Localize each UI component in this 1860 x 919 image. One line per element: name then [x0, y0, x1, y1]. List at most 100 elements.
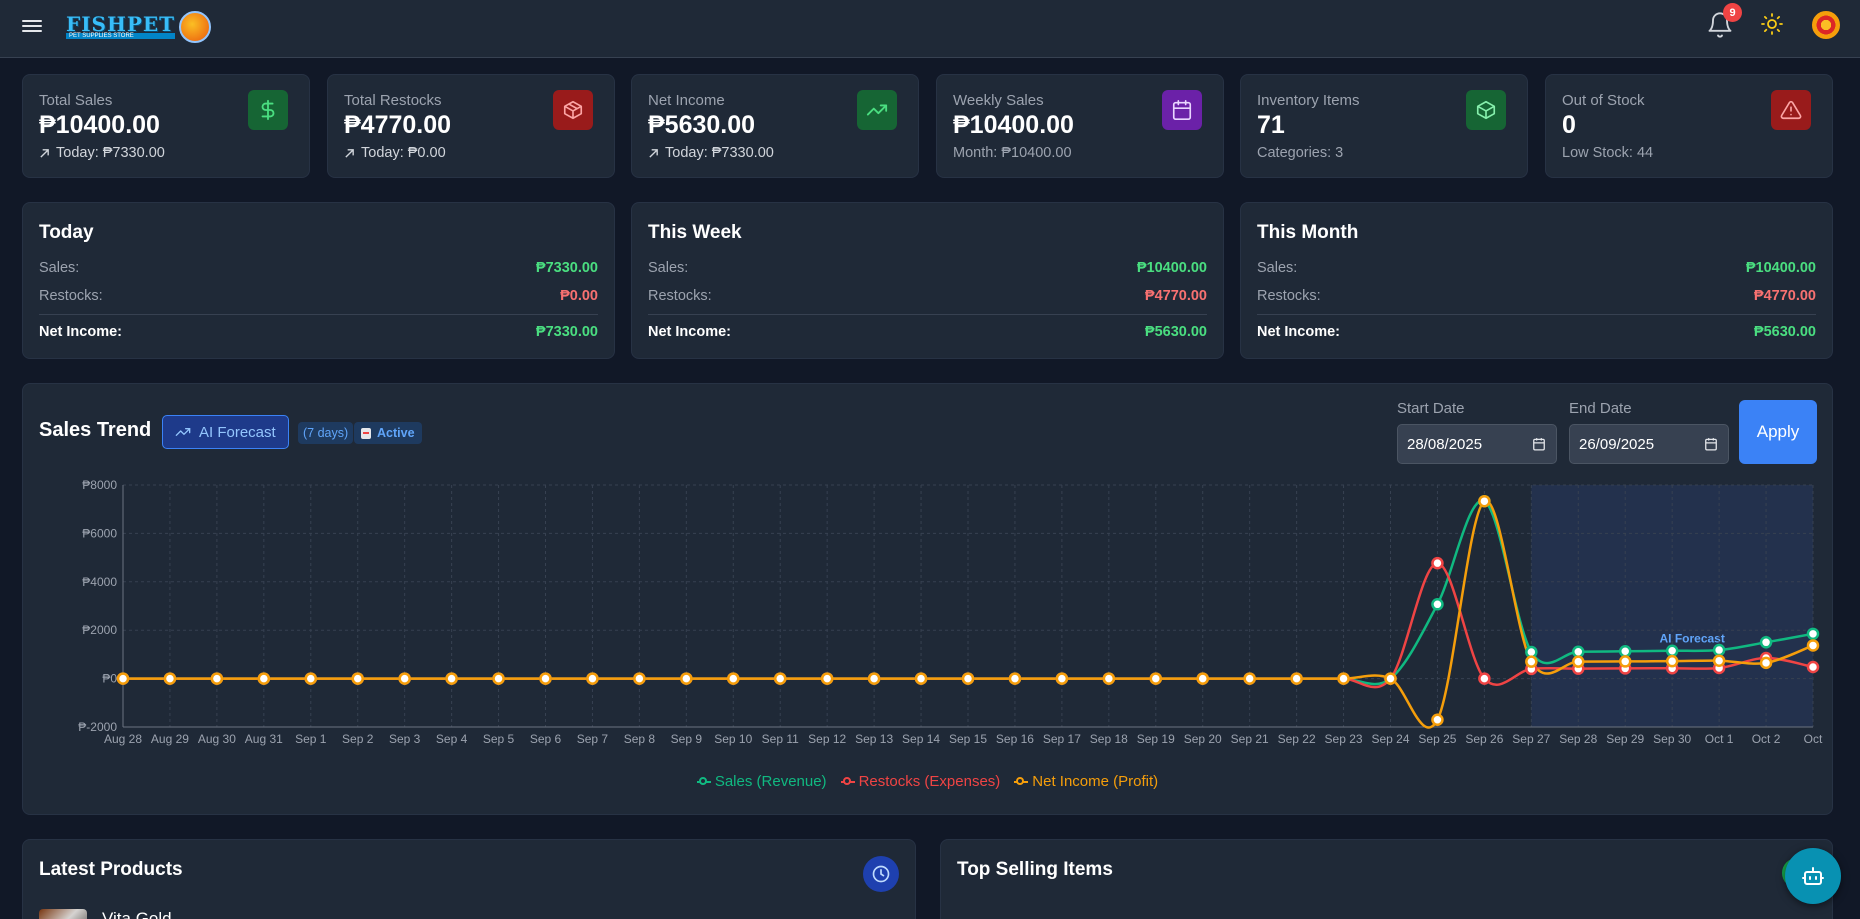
logo-mascot-icon	[179, 11, 212, 43]
top-bar: FISHPET PET SUPPLIES STORE 9	[0, 0, 1860, 58]
data-point	[1431, 556, 1444, 570]
data-point	[1337, 672, 1350, 685]
stat-card-total-sales: Total Sales ₱10400.00 Today: ₱7330.00	[22, 74, 310, 178]
latest-products-title: Latest Products	[39, 859, 183, 880]
x-tick-label: Sep 22	[1278, 732, 1316, 746]
logo[interactable]: FISHPET PET SUPPLIES STORE	[66, 10, 212, 44]
x-tick-label: Sep 1	[295, 732, 327, 746]
legend-label: Sales (Revenue)	[714, 773, 827, 790]
stat-icon-box	[1771, 90, 1811, 130]
x-tick-label: Sep 13	[855, 732, 893, 746]
period-sales-row: Sales: ₱10400.00	[1257, 260, 1816, 276]
x-tick-label: Sep 23	[1325, 732, 1363, 746]
net-value: ₱5630.00	[1753, 324, 1816, 340]
stat-card-out-of-stock: Out of Stock 0 Low Stock: 44	[1545, 74, 1833, 178]
stat-card-inventory-items: Inventory Items 71 Categories: 3	[1240, 74, 1528, 178]
x-tick-label: Sep 9	[671, 732, 703, 746]
data-point	[961, 672, 975, 685]
robot-icon	[1802, 867, 1824, 885]
arrow-up-right-icon	[345, 148, 354, 158]
divider	[648, 314, 1207, 315]
data-point	[445, 672, 458, 685]
data-point	[1196, 672, 1209, 685]
stat-label: Inventory Items	[1257, 92, 1360, 109]
box-icon	[563, 100, 583, 120]
restocks-label: Restocks:	[1257, 288, 1321, 304]
period-net-row: Net Income: ₱5630.00	[1257, 324, 1816, 340]
period-net-row: Net Income: ₱7330.00	[39, 324, 598, 340]
period-sales-row: Sales: ₱7330.00	[39, 260, 598, 276]
ai-assistant-button[interactable]	[1785, 848, 1841, 904]
data-point	[586, 672, 599, 685]
legend-item-sales[interactable]: Sales (Revenue)	[696, 773, 827, 790]
divider	[39, 314, 598, 315]
sun-icon	[1761, 13, 1783, 35]
stat-sub-text: Today: ₱7330.00	[56, 145, 165, 161]
x-tick-label: Sep 20	[1184, 732, 1222, 746]
x-tick-label: Sep 12	[808, 732, 846, 746]
data-point	[1478, 494, 1491, 508]
period-title: This Month	[1257, 222, 1359, 243]
data-point	[1759, 656, 1773, 670]
x-tick-label: Aug 29	[151, 732, 189, 746]
x-tick-label: Sep 11	[762, 732, 799, 746]
theme-toggle-button[interactable]	[1760, 12, 1786, 38]
x-tick-label: Sep 6	[530, 732, 562, 746]
x-tick-label: Sep 14	[902, 732, 940, 746]
warning-icon	[1780, 100, 1802, 120]
data-point	[1806, 639, 1820, 652]
x-tick-label: Sep 24	[1371, 732, 1409, 746]
stat-sub: Month: ₱10400.00	[953, 145, 1072, 161]
legend-marker	[696, 776, 711, 786]
product-name[interactable]: Vita Gold	[102, 909, 172, 919]
sales-label: Sales:	[648, 260, 689, 276]
stat-sub: Today: ₱7330.00	[39, 145, 165, 161]
x-tick-label: Sep 16	[996, 732, 1034, 746]
notification-count-badge: 9	[1723, 3, 1742, 22]
data-point	[633, 672, 646, 685]
top-selling-title: Top Selling Items	[957, 859, 1113, 880]
menu-icon[interactable]	[22, 17, 42, 35]
period-restocks-row: Restocks: ₱0.00	[39, 288, 598, 304]
stat-card-weekly-sales: Weekly Sales ₱10400.00 Month: ₱10400.00	[936, 74, 1224, 178]
data-point	[1055, 672, 1069, 685]
stat-value: 71	[1257, 111, 1285, 139]
stat-sub: Today: ₱7330.00	[648, 145, 774, 161]
product-thumbnail[interactable]	[39, 909, 87, 919]
x-tick-label: Sep 26	[1465, 732, 1503, 746]
net-label: Net Income:	[1257, 324, 1340, 340]
data-point	[1712, 654, 1726, 667]
net-label: Net Income:	[648, 324, 731, 340]
stat-value: ₱4770.00	[344, 111, 452, 139]
restocks-value: ₱4770.00	[1753, 288, 1816, 304]
notifications-button[interactable]: 9	[1706, 3, 1742, 39]
legend-item-restocks[interactable]: Restocks (Expenses)	[840, 773, 1000, 790]
forecast-region-label: AI Forecast	[1659, 631, 1724, 645]
data-point	[539, 672, 552, 685]
user-avatar[interactable]	[1812, 11, 1840, 39]
sales-value: ₱10400.00	[1136, 260, 1207, 276]
data-point	[1665, 654, 1679, 668]
arrow-up-right-icon	[649, 148, 658, 158]
stat-icon-box	[553, 90, 593, 130]
sales-value: ₱10400.00	[1745, 260, 1816, 276]
restocks-label: Restocks:	[39, 288, 103, 304]
package-icon	[1476, 100, 1496, 120]
data-point	[1665, 644, 1679, 658]
net-label: Net Income:	[39, 324, 122, 340]
restocks-value: ₱0.00	[560, 288, 598, 304]
period-restocks-row: Restocks: ₱4770.00	[648, 288, 1207, 304]
data-point	[210, 672, 224, 685]
recent-button[interactable]	[863, 856, 899, 892]
stat-value: ₱5630.00	[648, 111, 756, 139]
legend-item-net-income[interactable]: Net Income (Profit)	[1014, 773, 1158, 790]
data-point	[304, 672, 318, 685]
x-tick-label: Oct	[1804, 732, 1823, 746]
y-tick-label: ₱2000	[82, 623, 117, 637]
stat-sub: Low Stock: 44	[1562, 145, 1653, 161]
data-point	[1102, 672, 1116, 685]
stat-sub-text: Month: ₱10400.00	[953, 145, 1072, 161]
data-point	[1431, 598, 1444, 611]
stat-icon-box	[248, 90, 288, 130]
trending-up-icon	[866, 104, 888, 116]
